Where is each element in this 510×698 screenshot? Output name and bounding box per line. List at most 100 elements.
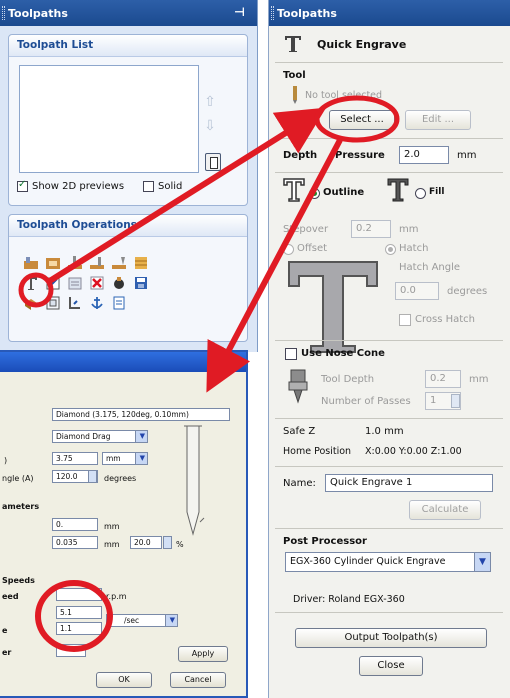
- plunge-rate-field[interactable]: 1.1: [56, 622, 102, 635]
- outline-label: Outline: [323, 187, 365, 198]
- vcarve-toolpath-icon[interactable]: [111, 255, 127, 271]
- depth-field[interactable]: 2.0: [399, 146, 449, 164]
- inlay-toolpath-icon[interactable]: [89, 255, 105, 271]
- fit-view-icon[interactable]: [45, 295, 61, 311]
- ok-button[interactable]: OK: [96, 672, 152, 688]
- toolpath-summary-icon[interactable]: [205, 153, 221, 171]
- moulding-toolpath-icon[interactable]: [67, 295, 83, 311]
- material-setup-icon[interactable]: [23, 295, 39, 311]
- output-toolpaths-button[interactable]: Output Toolpath(s): [295, 628, 487, 648]
- stepdown-unit: mm: [104, 522, 120, 531]
- profile-toolpath-icon[interactable]: [23, 255, 39, 271]
- offset-radio[interactable]: [283, 244, 294, 255]
- fill-radio[interactable]: [415, 188, 426, 199]
- divider: [275, 466, 503, 467]
- divider: [275, 612, 503, 613]
- hatch-angle-field[interactable]: 0.0: [395, 282, 439, 300]
- show-2d-previews-checkbox[interactable]: [17, 179, 28, 192]
- tool-name-field[interactable]: Diamond (3.175, 120deg, 0.10mm): [52, 408, 230, 421]
- quick-engrave-title-icon: [285, 36, 301, 52]
- spindle-speed-field[interactable]: [56, 588, 102, 601]
- angle-unit: degrees: [104, 474, 137, 483]
- tool-icon: [293, 86, 297, 104]
- safe-z-label: Safe Z: [283, 426, 316, 437]
- quick-engrave-icon[interactable]: [23, 275, 39, 291]
- move-down-arrow-icon[interactable]: ⇩: [203, 117, 217, 135]
- texture-toolpath-icon[interactable]: [133, 255, 149, 271]
- grip-handle[interactable]: [2, 6, 5, 20]
- tool-database-dialog: Diamond (3.175, 120deg, 0.10mm) Diamond …: [0, 350, 248, 698]
- tool-dim-field[interactable]: 3.75: [52, 452, 98, 465]
- home-position-value: X:0.00 Y:0.00 Z:1.00: [365, 446, 462, 457]
- tool-dim-unit-value: mm: [106, 454, 121, 463]
- move-up-arrow-icon[interactable]: ⇧: [203, 93, 217, 111]
- safe-z-value: 1.0 mm: [365, 426, 404, 437]
- hatch-label: Hatch: [399, 243, 429, 254]
- stepover-field[interactable]: 0.035: [52, 536, 98, 549]
- stepover-percent-field[interactable]: 20.0: [130, 536, 162, 549]
- delete-toolpath-icon[interactable]: [89, 275, 105, 291]
- divider: [275, 62, 503, 63]
- home-position-label: Home Position: [283, 446, 352, 457]
- use-nose-cone-label: Use Nose Cone: [301, 348, 385, 359]
- angle-spinner[interactable]: [88, 470, 97, 483]
- offset-label: Offset: [297, 243, 328, 254]
- outline-radio[interactable]: [309, 188, 320, 199]
- rate-units-select[interactable]: /sec ▼: [106, 614, 178, 627]
- use-nose-cone-checkbox[interactable]: [285, 348, 297, 360]
- divider: [275, 138, 503, 139]
- diamond-drag-tool-graphic: [184, 425, 205, 536]
- panel-title: Toolpaths: [8, 6, 68, 20]
- tool-depth-field[interactable]: 0.2: [425, 370, 461, 388]
- stepover-field[interactable]: 0.2: [351, 220, 391, 238]
- close-button[interactable]: Close: [359, 656, 423, 676]
- lamp-toolpath-icon[interactable]: [111, 275, 127, 291]
- prism-toolpath-icon[interactable]: [67, 275, 83, 291]
- tool-number-field[interactable]: [56, 644, 86, 657]
- stepdown-field[interactable]: 0.: [52, 518, 98, 531]
- stepover-unit: mm: [399, 224, 419, 235]
- toolpath-name-field[interactable]: Quick Engrave 1: [325, 474, 493, 492]
- quick-engrave-panel: Toolpaths Quick Engrave Tool No tool sel…: [268, 0, 510, 698]
- dropdown-arrow-icon: ▼: [139, 432, 145, 440]
- rate-units-value: /sec: [124, 616, 140, 625]
- dropdown-arrow-icon: ▼: [139, 454, 145, 462]
- passes-spinner[interactable]: [451, 394, 460, 408]
- solid-checkbox[interactable]: [143, 181, 154, 192]
- toolpaths-panel-left: Toolpaths ⊣ Toolpath List ⇧ ⇩ Show 2D pr…: [0, 0, 258, 352]
- show-2d-previews-label: Show 2D previews: [32, 181, 125, 192]
- drill-toolpath-icon[interactable]: [67, 255, 83, 271]
- panel-header: Toolpaths ⊣: [0, 0, 257, 26]
- pocket-toolpath-icon[interactable]: [45, 255, 61, 271]
- anchor-toolpath-icon[interactable]: [89, 295, 105, 311]
- cross-hatch-checkbox[interactable]: [399, 314, 411, 326]
- panel-title: Toolpaths: [277, 6, 337, 20]
- tool-type-select[interactable]: Diamond Drag ▼: [52, 430, 148, 443]
- feed-rate-field[interactable]: 5.1: [56, 606, 102, 619]
- fluting-toolpath-icon[interactable]: [45, 275, 61, 291]
- apply-button[interactable]: Apply: [178, 646, 228, 662]
- divider: [275, 528, 503, 529]
- nose-cone-icon: [288, 369, 308, 404]
- tool-section-label: Tool: [283, 70, 306, 81]
- driver-text: Driver: Roland EGX-360: [293, 594, 405, 605]
- post-processor-select[interactable]: EGX-360 Cylinder Quick Engrave ▼: [285, 552, 491, 572]
- tool-type-value: Diamond Drag: [56, 432, 111, 441]
- select-tool-button[interactable]: Select ...: [329, 110, 395, 130]
- grip-handle[interactable]: [271, 6, 274, 20]
- percent-sign: %: [176, 540, 184, 549]
- calculate-button[interactable]: Calculate: [409, 500, 481, 520]
- angle-label: ngle (A): [2, 474, 34, 483]
- divider: [275, 172, 503, 173]
- page-title: Quick Engrave: [317, 38, 407, 51]
- hatch-radio[interactable]: [385, 244, 396, 255]
- pin-icon[interactable]: ⊣: [234, 5, 245, 19]
- save-toolpath-icon[interactable]: [133, 275, 149, 291]
- cancel-button[interactable]: Cancel: [170, 672, 226, 688]
- toolpath-list[interactable]: [19, 65, 199, 173]
- tool-dim-unit-select[interactable]: mm ▼: [102, 452, 148, 465]
- edit-tool-button[interactable]: Edit ...: [405, 110, 471, 130]
- toolpath-template-icon[interactable]: [111, 295, 127, 311]
- stepover-percent-spinner[interactable]: [163, 536, 172, 549]
- post-processor-value: EGX-360 Cylinder Quick Engrave: [290, 556, 446, 567]
